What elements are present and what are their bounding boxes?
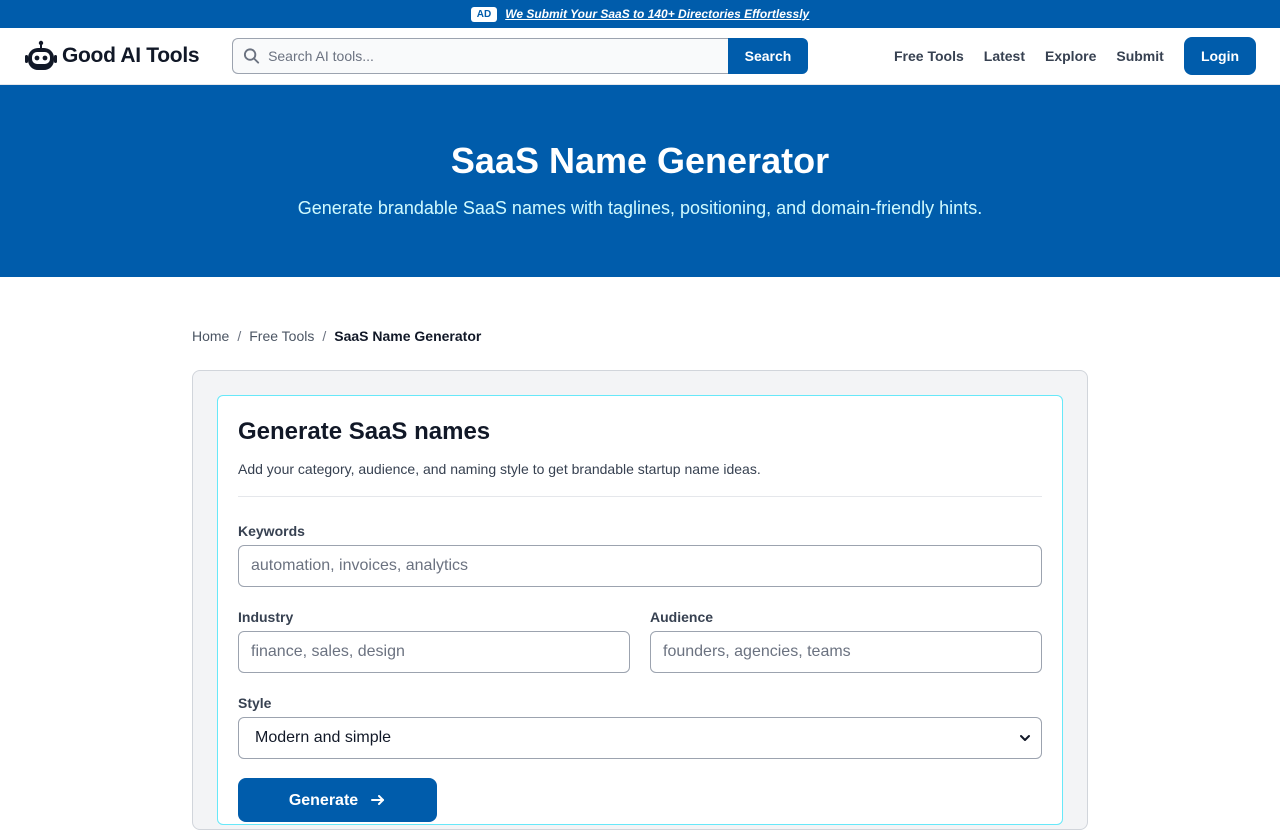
search-button[interactable]: Search — [728, 38, 808, 74]
industry-input[interactable] — [238, 631, 630, 673]
search-icon — [243, 48, 260, 64]
nav-explore[interactable]: Explore — [1035, 46, 1106, 66]
arrow-right-icon — [371, 795, 385, 805]
form-description: Add your category, audience, and naming … — [238, 461, 761, 477]
generate-button[interactable]: Generate — [238, 778, 437, 822]
breadcrumb-home[interactable]: Home — [192, 328, 229, 344]
page-title: SaaS Name Generator — [450, 140, 830, 181]
page-subtitle: Generate brandable SaaS names with tagli… — [297, 198, 983, 218]
search-box — [232, 38, 728, 74]
form-title: Generate SaaS names — [238, 418, 491, 445]
form-divider — [238, 496, 1042, 497]
breadcrumb-separator: / — [237, 328, 242, 344]
audience-label: Audience — [650, 609, 714, 625]
search-input[interactable] — [268, 48, 728, 64]
breadcrumb-free-tools[interactable]: Free Tools — [249, 328, 314, 344]
nav-free-tools[interactable]: Free Tools — [884, 46, 974, 66]
ad-link[interactable]: We Submit Your SaaS to 140+ Directories … — [505, 7, 809, 21]
chevron-down-icon — [1020, 735, 1030, 741]
ad-badge: AD — [470, 6, 498, 22]
logo[interactable]: Good AI Tools — [24, 39, 200, 73]
generate-label: Generate — [288, 792, 359, 809]
logo-text: Good AI Tools — [62, 44, 200, 67]
breadcrumb-current: SaaS Name Generator — [334, 328, 482, 344]
hero-banner: SaaS Name Generator Generate brandable S… — [0, 85, 1280, 277]
nav-submit[interactable]: Submit — [1106, 46, 1173, 66]
main-nav: Free Tools Latest Explore Submit — [884, 46, 1174, 66]
nav-latest[interactable]: Latest — [974, 46, 1035, 66]
robot-logo-icon — [25, 40, 57, 70]
style-select-value: Modern and simple — [255, 729, 392, 746]
style-label: Style — [238, 695, 272, 711]
keywords-label: Keywords — [238, 523, 305, 539]
style-select[interactable]: Modern and simple — [238, 717, 1042, 759]
login-button[interactable]: Login — [1184, 37, 1256, 75]
search-bar: Search — [232, 38, 808, 74]
ad-bar: AD We Submit Your SaaS to 140+ Directori… — [0, 0, 1280, 28]
breadcrumb: Home / Free Tools / SaaS Name Generator — [192, 327, 481, 345]
site-header: Good AI Tools Search Free Tools Latest E… — [0, 28, 1280, 85]
breadcrumb-separator: / — [322, 328, 327, 344]
industry-label: Industry — [238, 609, 294, 625]
keywords-input[interactable] — [238, 545, 1042, 587]
audience-input[interactable] — [650, 631, 1042, 673]
